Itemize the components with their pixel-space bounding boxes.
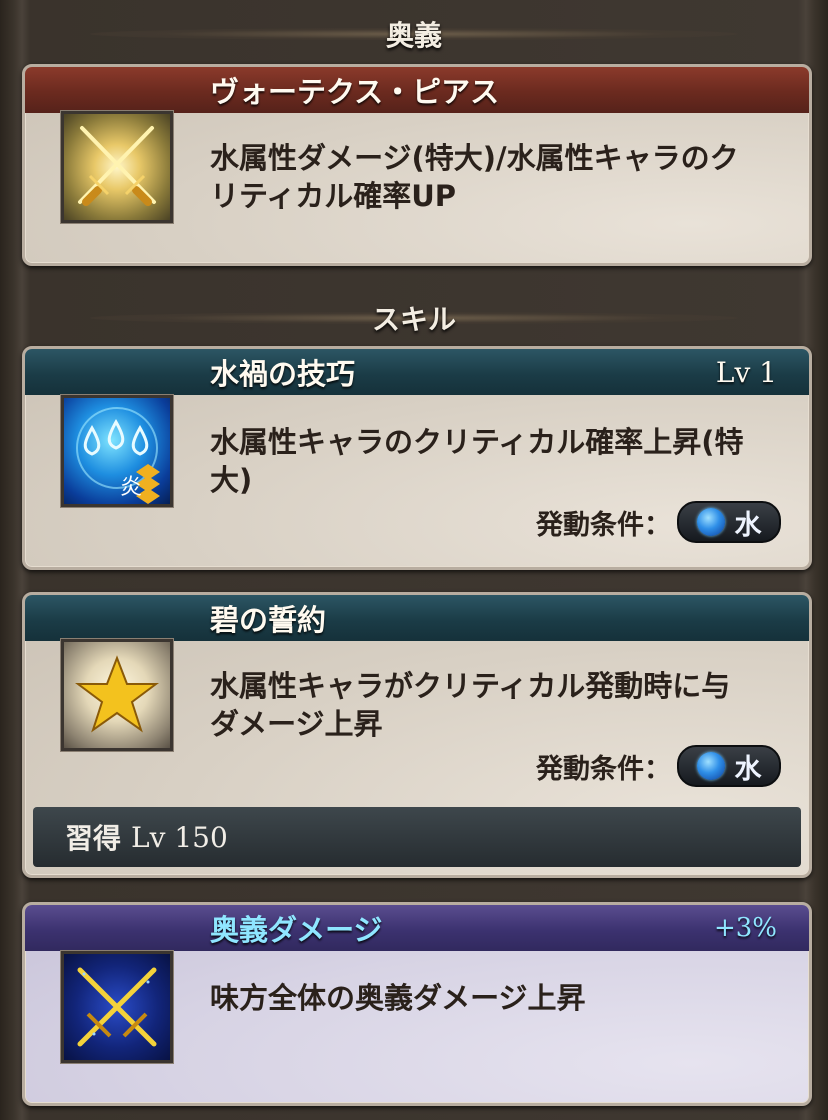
ougi-damage-name: 奥義ダメージ	[210, 913, 383, 947]
skill-1-level: Lv 1	[715, 355, 777, 389]
water-drops-icon: 炎	[61, 395, 173, 507]
skill-1-condition-value: 水	[734, 509, 762, 541]
ougi-section-header: 奥義	[90, 16, 738, 52]
ougi-description-line1: 水属性ダメージ(特大)/水属性キャラのク	[210, 141, 739, 175]
skill-card-2[interactable]: 碧の誓約 水属性キャラがクリティカル発動時に与 ダメージ上昇 発動条件： 水 習…	[22, 592, 812, 878]
ougi-damage-bonus: +3%	[713, 913, 777, 943]
ougi-damage-title-bar: 奥義ダメージ +3%	[25, 905, 809, 951]
svg-text:炎: 炎	[120, 475, 142, 500]
skill-1-title-bar: 水禍の技巧 Lv 1	[25, 349, 809, 395]
skill-2-condition-badge: 水	[677, 745, 781, 787]
skill-1-condition-label: 発動条件：	[536, 509, 671, 541]
skill-2-description-line2: ダメージ上昇	[210, 707, 383, 741]
skill-2-condition: 発動条件： 水	[536, 745, 781, 787]
ougi-card[interactable]: ヴォーテクス・ピアス 水属性ダメージ(特大)/水属性キャラのク リティカル確率U…	[22, 64, 812, 266]
skill-2-acquire-label: 習得	[65, 822, 122, 855]
skill-1-description: 水属性キャラのクリティカル確率上昇(特 大)	[210, 423, 779, 499]
water-orb-icon	[696, 752, 725, 780]
ougi-damage-description: 味方全体の奥義ダメージ上昇	[210, 981, 586, 1015]
ougi-description-line2: リティカル確率UP	[210, 179, 457, 213]
skill-2-condition-label: 発動条件：	[536, 753, 671, 785]
skill-1-description-line2: 大)	[210, 463, 253, 497]
ougi-description: 水属性ダメージ(特大)/水属性キャラのク リティカル確率UP	[210, 139, 779, 215]
skill-2-description-line1: 水属性キャラがクリティカル発動時に与	[210, 669, 731, 703]
skill-2-acquire-level: Lv 150	[131, 820, 228, 854]
skill-1-name: 水禍の技巧	[210, 357, 356, 391]
skill-1-condition: 発動条件： 水	[536, 501, 781, 543]
skill-2-condition-value: 水	[734, 753, 762, 785]
water-orb-icon	[696, 508, 725, 536]
ougi-section-title: 奥義	[385, 19, 442, 52]
skill-1-description-line1: 水属性キャラのクリティカル確率上昇(特	[210, 425, 744, 459]
ougi-name: ヴォーテクス・ピアス	[210, 75, 500, 109]
skill-2-description: 水属性キャラがクリティカル発動時に与 ダメージ上昇	[210, 667, 779, 743]
skill-2-acquire-bar: 習得 Lv 150	[33, 807, 801, 867]
skill-2-name: 碧の誓約	[210, 603, 327, 637]
skill-section-title: スキル	[371, 303, 456, 336]
star-icon	[61, 639, 173, 751]
skill-2-title-bar: 碧の誓約	[25, 595, 809, 641]
ougi-damage-card[interactable]: 奥義ダメージ +3% 味方全体の奥義ダメージ上昇	[22, 902, 812, 1106]
ougi-title-bar: ヴォーテクス・ピアス	[25, 67, 809, 113]
crossed-swords-blue-icon	[61, 951, 173, 1063]
skill-1-condition-badge: 水	[677, 501, 781, 543]
skill-section-header: スキル	[90, 300, 738, 336]
skill-card-1[interactable]: 水禍の技巧 Lv 1 炎 水属性キャラのクリティカル確率上昇(特 大) 発動条件…	[22, 346, 812, 570]
crossed-swords-icon	[61, 111, 173, 223]
